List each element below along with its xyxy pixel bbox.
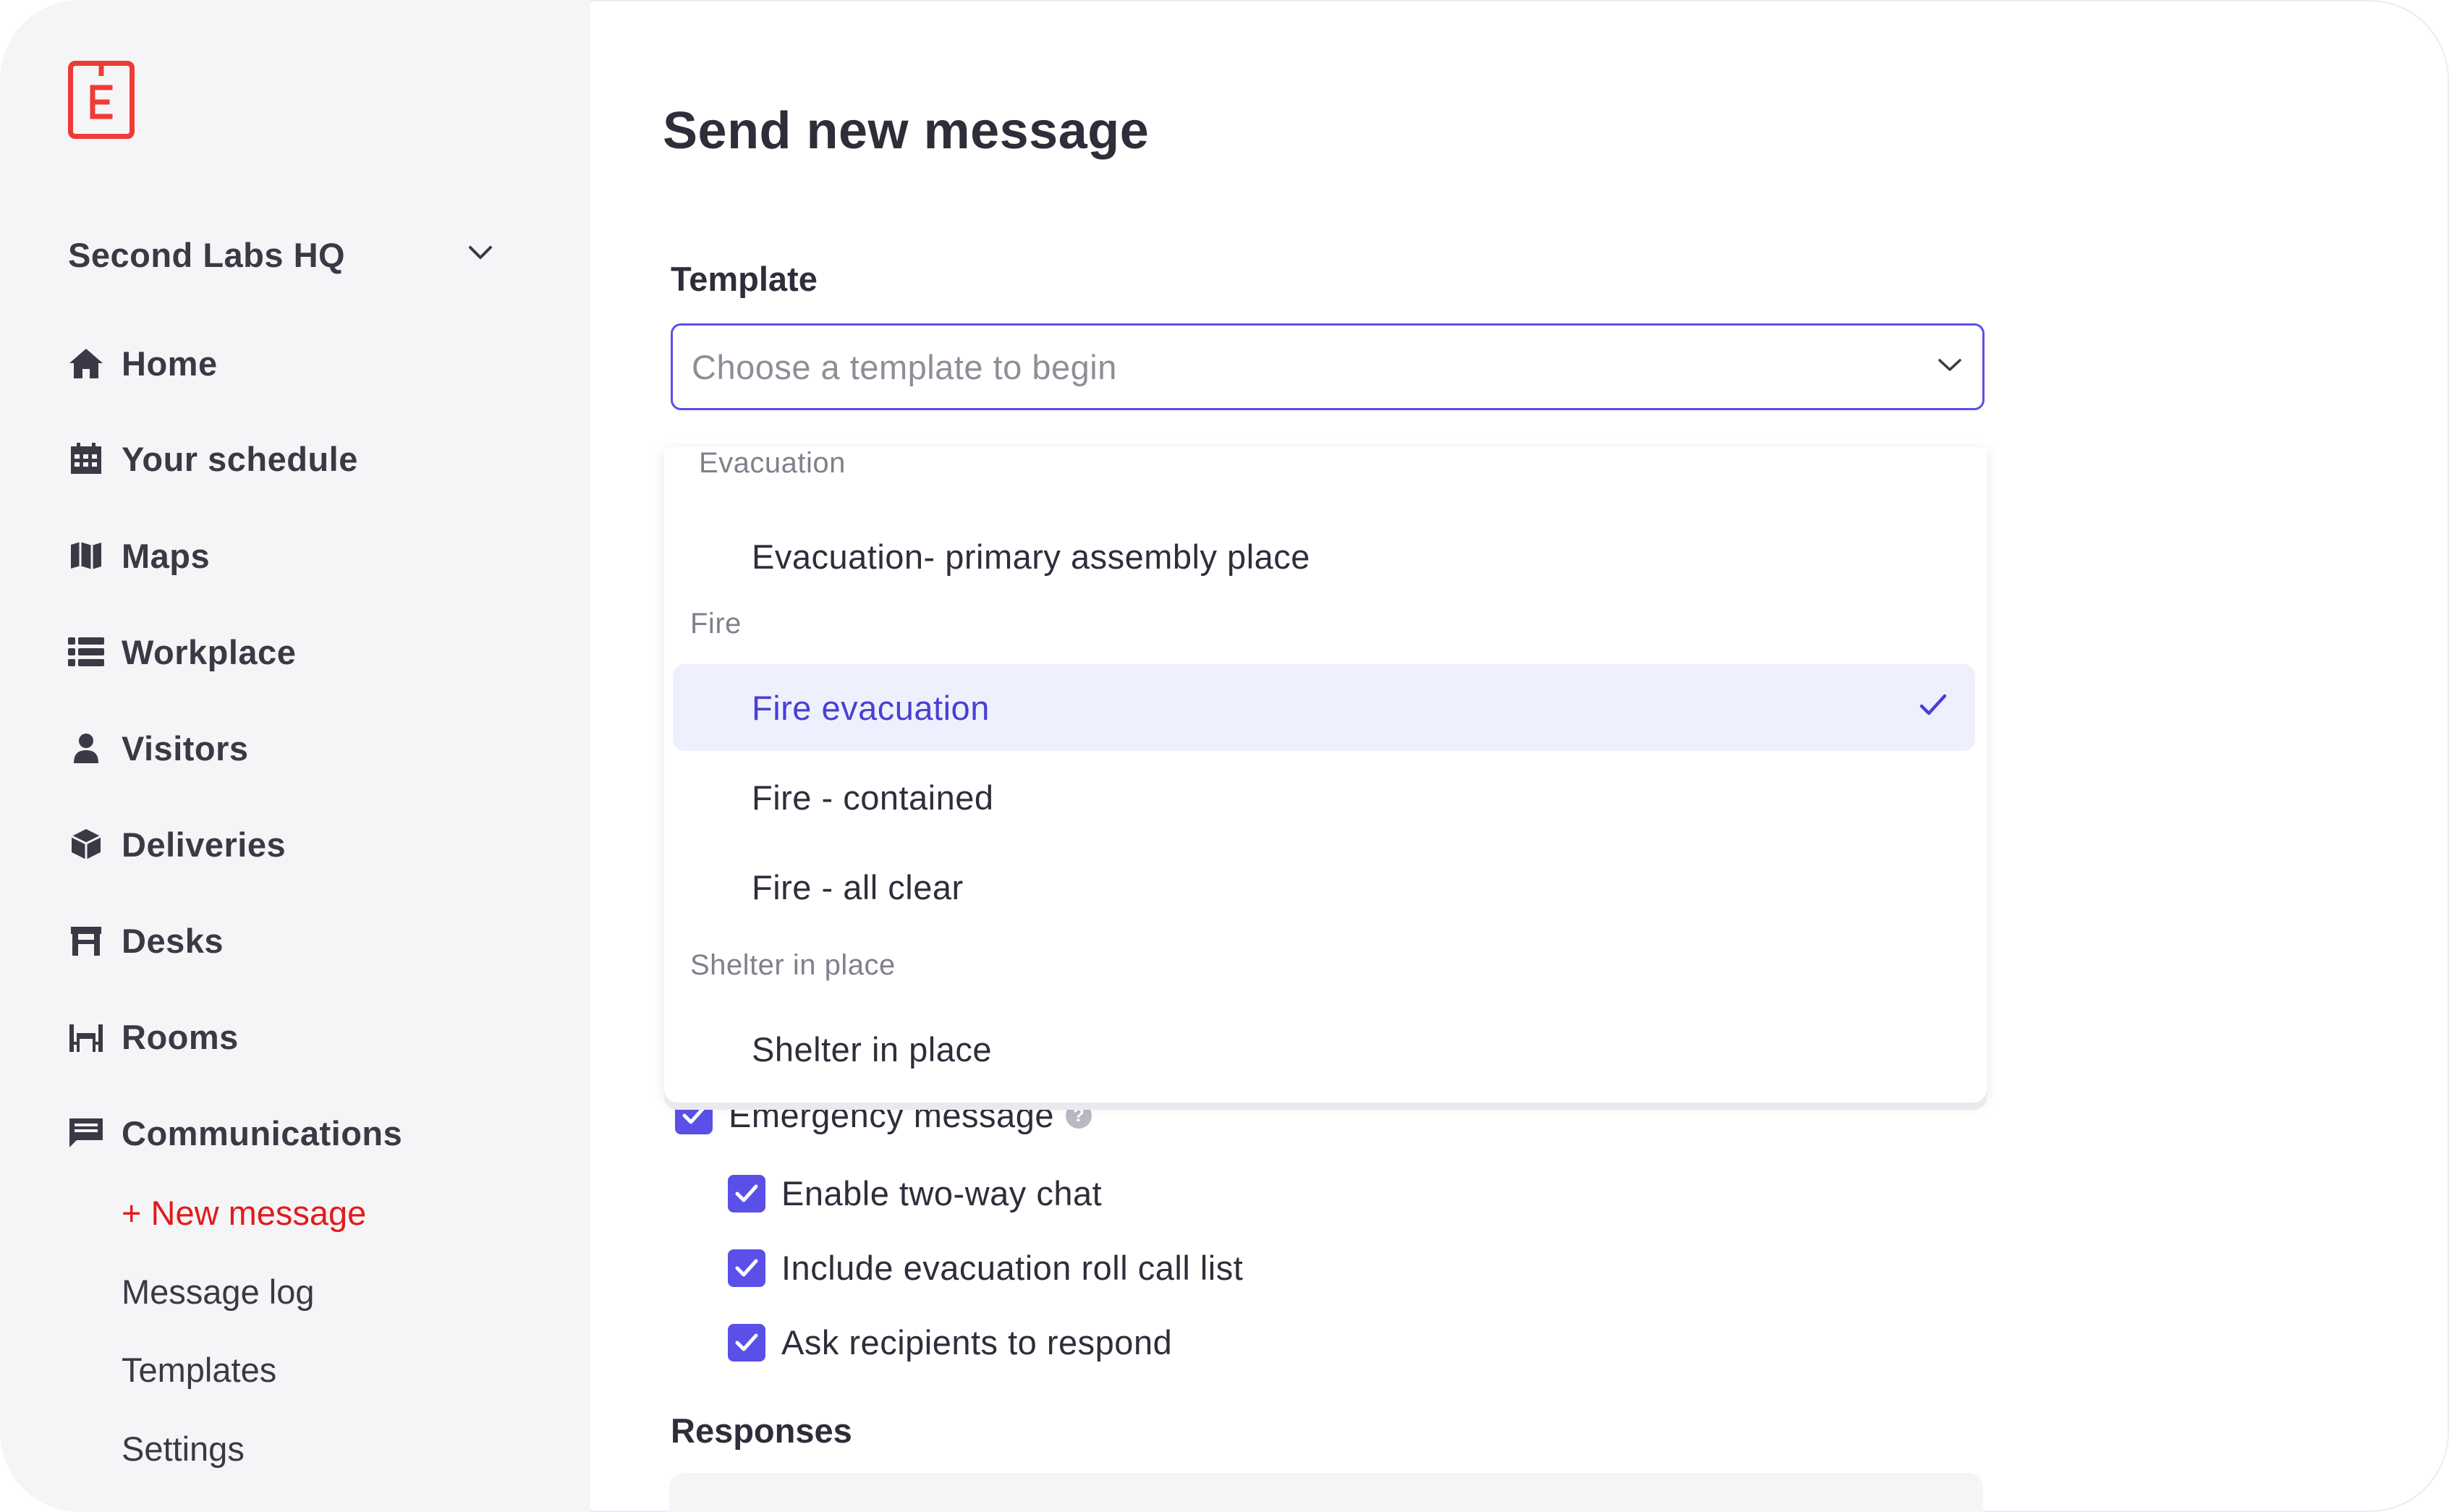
- option-evacuation-primary[interactable]: Evacuation- primary assembly place: [673, 513, 1975, 600]
- visitor-icon: [68, 730, 104, 766]
- nav-label: Deliveries: [122, 825, 287, 864]
- group-label-fire: Fire: [690, 608, 742, 640]
- room-icon: [68, 1019, 104, 1055]
- nav-item-your-schedule[interactable]: Your schedule: [68, 436, 358, 482]
- nav-item-home[interactable]: Home: [68, 340, 218, 386]
- option-label: Evacuation- primary assembly place: [752, 537, 1310, 576]
- template-select[interactable]: Choose a template to begin: [671, 323, 1985, 410]
- desk-icon: [68, 922, 104, 959]
- option-label: Fire evacuation: [752, 688, 990, 727]
- help-icon[interactable]: ?: [1065, 1102, 1092, 1129]
- nav-label: Visitors: [122, 729, 249, 768]
- box-icon: [68, 826, 104, 862]
- nav-item-maps[interactable]: Maps: [68, 532, 210, 579]
- nav-item-desks[interactable]: Desks: [68, 917, 224, 964]
- responses-field[interactable]: [669, 1473, 1983, 1512]
- subnav-message-log[interactable]: Message log: [122, 1270, 315, 1313]
- checkbox-checked[interactable]: [728, 1174, 765, 1212]
- subnav-templates[interactable]: Templates: [122, 1348, 276, 1391]
- responses-label: Responses: [671, 1411, 852, 1450]
- subnav-new-message[interactable]: + New message: [122, 1191, 366, 1234]
- nav-label: Workplace: [122, 632, 297, 671]
- nav-item-workplace[interactable]: Workplace: [68, 629, 296, 675]
- nav-label: Desks: [122, 921, 224, 960]
- chevron-down-icon: [1936, 357, 1964, 378]
- nav-item-communications[interactable]: Communications: [68, 1110, 402, 1156]
- page-title: Send new message: [663, 102, 1150, 160]
- nav-item-rooms[interactable]: Rooms: [68, 1014, 239, 1060]
- app-window: Second Labs HQ Home Your schedule Maps W…: [0, 0, 2449, 1512]
- roll-call-label: Include evacuation roll call list: [781, 1249, 1244, 1287]
- chevron-down-icon: [466, 245, 495, 266]
- logo-e-icon: [90, 66, 113, 119]
- two-way-chat-checkbox[interactable]: Enable two-way chat: [728, 1173, 1102, 1213]
- message-icon: [68, 1115, 104, 1151]
- option-label: Fire - contained: [752, 778, 994, 817]
- nav-label: Maps: [122, 536, 211, 575]
- group-label-evacuation: Evacuation: [699, 447, 846, 479]
- nav-label: Your schedule: [122, 439, 358, 478]
- nav-label: Rooms: [122, 1017, 239, 1056]
- ask-respond-checkbox[interactable]: Ask recipients to respond: [728, 1322, 1172, 1362]
- two-way-chat-label: Enable two-way chat: [781, 1174, 1103, 1212]
- check-icon: [1919, 693, 1948, 721]
- option-label: Shelter in place: [752, 1029, 992, 1069]
- checkbox-checked[interactable]: [728, 1323, 765, 1362]
- list-icon: [68, 634, 104, 670]
- template-label: Template: [671, 260, 818, 298]
- org-switcher[interactable]: Second Labs HQ: [68, 233, 495, 276]
- template-placeholder: Choose a template to begin: [692, 347, 1117, 386]
- nav-label: Home: [122, 344, 218, 383]
- nav-label: Communications: [122, 1113, 403, 1152]
- checkbox-checked[interactable]: [728, 1249, 765, 1287]
- calendar-icon: [68, 441, 104, 477]
- group-label-shelter: Shelter in place: [690, 949, 896, 981]
- option-shelter-in-place[interactable]: Shelter in place: [673, 1006, 1975, 1092]
- brand-logo[interactable]: [68, 61, 135, 139]
- option-fire-evacuation[interactable]: Fire evacuation: [673, 664, 1975, 751]
- org-name: Second Labs HQ: [68, 235, 346, 274]
- roll-call-checkbox[interactable]: Include evacuation roll call list: [728, 1248, 1243, 1288]
- map-icon: [68, 538, 104, 574]
- nav-item-deliveries[interactable]: Deliveries: [68, 821, 286, 867]
- ask-respond-label: Ask recipients to respond: [781, 1323, 1173, 1362]
- option-fire-all-clear[interactable]: Fire - all clear: [673, 844, 1975, 930]
- nav-item-visitors[interactable]: Visitors: [68, 725, 249, 771]
- sidebar: Second Labs HQ Home Your schedule Maps W…: [0, 0, 590, 1512]
- template-dropdown-menu: Evacuation Evacuation- primary assembly …: [664, 447, 1987, 1103]
- option-fire-contained[interactable]: Fire - contained: [673, 754, 1975, 841]
- home-icon: [68, 345, 104, 381]
- option-label: Fire - all clear: [752, 867, 964, 906]
- subnav-settings[interactable]: Settings: [122, 1427, 245, 1470]
